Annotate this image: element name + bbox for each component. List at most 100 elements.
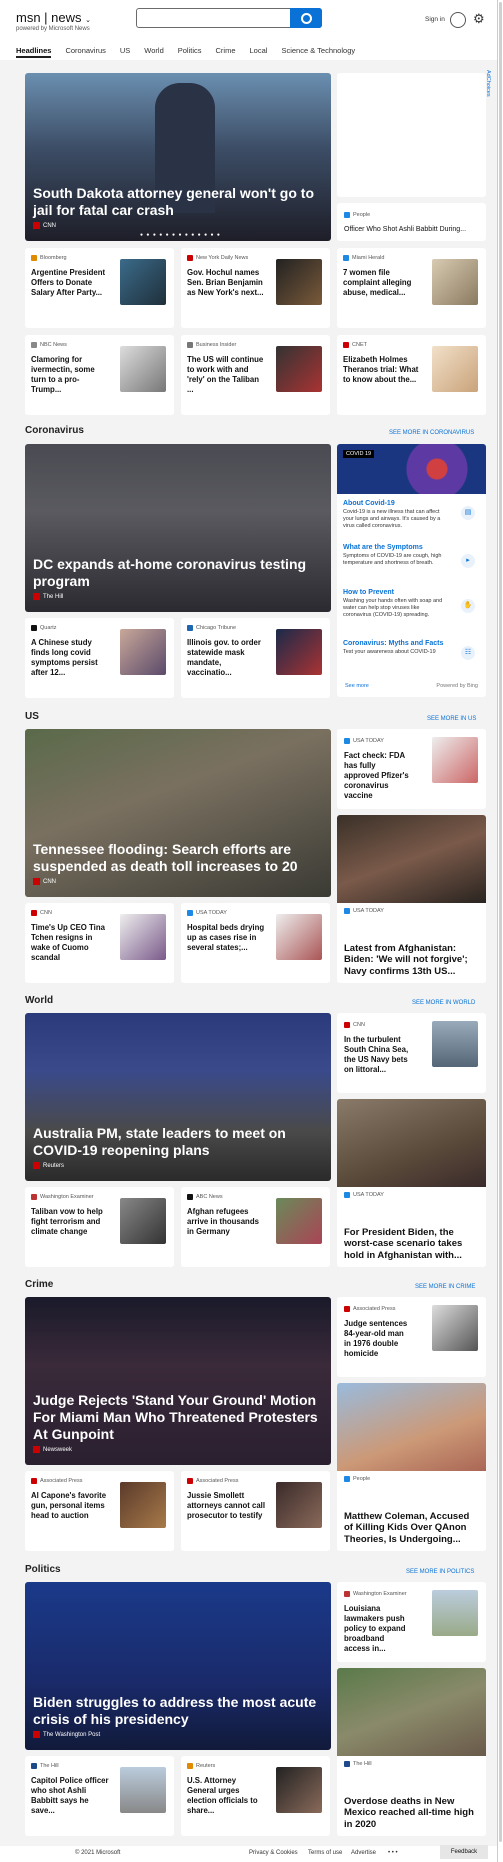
news-card[interactable]: The Hill Overdose deaths in New Mexico r… bbox=[337, 1668, 486, 1836]
card-title: Judge sentences 84-year-old man in 1976 … bbox=[344, 1319, 408, 1358]
see-more-crime-link[interactable]: SEE MORE IN CRIME bbox=[415, 1284, 475, 1290]
hero-card[interactable]: DC expands at-home coronavirus testing p… bbox=[25, 444, 331, 612]
hero-title: Judge Rejects 'Stand Your Ground' Motion… bbox=[33, 1392, 318, 1442]
hero-title: Biden struggles to address the most acut… bbox=[33, 1694, 317, 1727]
covid-item[interactable]: About Covid-19 Covid-19 is a new illness… bbox=[343, 496, 480, 536]
news-card[interactable]: ABC News Afghan refugees arrive in thous… bbox=[181, 1187, 330, 1267]
card-source: USA TODAY bbox=[187, 910, 227, 916]
card-source: ABC News bbox=[187, 1194, 223, 1200]
hero-title: Australia PM, state leaders to meet on C… bbox=[33, 1125, 286, 1158]
news-card[interactable]: The Hill Capitol Police officer who shot… bbox=[25, 1756, 174, 1836]
news-card[interactable]: USA TODAY Hospital beds drying up as cas… bbox=[181, 903, 330, 983]
hero-source: Reuters bbox=[33, 1162, 64, 1169]
gear-icon[interactable]: ⚙ bbox=[473, 11, 485, 27]
news-card[interactable]: CNET Elizabeth Holmes Theranos trial: Wh… bbox=[337, 335, 486, 415]
privacy-link[interactable]: Privacy & Cookies bbox=[249, 1850, 298, 1856]
section-heading-us: US bbox=[25, 711, 39, 722]
card-title: Hospital beds drying up as cases rise in… bbox=[187, 923, 265, 952]
news-card[interactable]: Washington Examiner Taliban vow to help … bbox=[25, 1187, 174, 1267]
hero-card[interactable]: Tennessee flooding: Search efforts are s… bbox=[25, 729, 331, 897]
covid-item[interactable]: Coronavirus: Myths and Facts Test your a… bbox=[343, 640, 480, 668]
more-options-icon[interactable]: • • • bbox=[388, 1850, 398, 1856]
see-more-politics-link[interactable]: SEE MORE IN POLITICS bbox=[406, 1569, 474, 1575]
tab-coronavirus[interactable]: Coronavirus bbox=[65, 44, 105, 58]
card-title: Louisiana lawmakers push policy to expan… bbox=[344, 1604, 406, 1653]
card-thumbnail bbox=[276, 914, 322, 960]
news-card[interactable]: Washington Examiner Louisiana lawmakers … bbox=[337, 1582, 486, 1662]
hero-card[interactable]: South Dakota attorney general won't go t… bbox=[25, 73, 331, 241]
tab-politics[interactable]: Politics bbox=[178, 44, 202, 58]
search-button[interactable] bbox=[290, 8, 322, 28]
news-card[interactable]: Quartz A Chinese study finds long covid … bbox=[25, 618, 174, 698]
news-card[interactable]: Associated Press Judge sentences 84-year… bbox=[337, 1297, 486, 1377]
see-more-link[interactable]: See more bbox=[345, 683, 369, 689]
covid-item[interactable]: How to Prevent Washing your hands often … bbox=[343, 589, 480, 633]
see-more-us-link[interactable]: SEE MORE IN US bbox=[427, 716, 476, 722]
terms-link[interactable]: Terms of use bbox=[308, 1850, 342, 1856]
tab-science-technology[interactable]: Science & Technology bbox=[281, 44, 355, 58]
news-card[interactable]: People Matthew Coleman, Accused of Killi… bbox=[337, 1383, 486, 1551]
news-card[interactable]: NBC News Clamoring for ivermectin, some … bbox=[25, 335, 174, 415]
card-title: Clamoring for ivermectin, some turn to a… bbox=[31, 355, 95, 394]
hero-card[interactable]: Judge Rejects 'Stand Your Ground' Motion… bbox=[25, 1297, 331, 1465]
advertise-link[interactable]: Advertise bbox=[351, 1850, 376, 1856]
carousel-dots[interactable]: ● ● ● ● ● ● ● ● ● ● ● ● ● bbox=[140, 232, 221, 238]
card-source: People bbox=[344, 1476, 370, 1482]
news-card[interactable]: USA TODAY Fact check: FDA has fully appr… bbox=[337, 729, 486, 809]
hero-card[interactable]: Biden struggles to address the most acut… bbox=[25, 1582, 331, 1750]
tab-us[interactable]: US bbox=[120, 44, 130, 58]
card-thumbnail bbox=[432, 1590, 478, 1636]
hero-source: CNN bbox=[33, 222, 56, 229]
see-more-world-link[interactable]: SEE MORE IN WORLD bbox=[412, 1000, 475, 1006]
card-source: The Hill bbox=[31, 1763, 59, 1769]
category-tabs: Headlines Coronavirus US World Politics … bbox=[16, 44, 369, 58]
news-card[interactable]: New York Daily News Gov. Hochul names Se… bbox=[181, 248, 330, 328]
card-title: A Chinese study finds long covid symptom… bbox=[31, 638, 98, 677]
symptoms-icon: ▸ bbox=[461, 554, 475, 568]
news-card[interactable]: Business Insider The US will continue to… bbox=[181, 335, 330, 415]
hero-card[interactable]: Australia PM, state leaders to meet on C… bbox=[25, 1013, 331, 1181]
see-more-coronavirus-link[interactable]: SEE MORE IN CORONAVIRUS bbox=[389, 430, 474, 436]
news-card[interactable]: CNN Time's Up CEO Tina Tchen resigns in … bbox=[25, 903, 174, 983]
tab-headlines[interactable]: Headlines bbox=[16, 44, 52, 58]
news-card[interactable]: Reuters U.S. Attorney General urges elec… bbox=[181, 1756, 330, 1836]
card-source: USA TODAY bbox=[344, 738, 384, 744]
card-thumbnail bbox=[432, 1021, 478, 1067]
tab-local[interactable]: Local bbox=[250, 44, 268, 58]
tab-world[interactable]: World bbox=[144, 44, 163, 58]
card-title: Capitol Police officer who shot Ashli Ba… bbox=[31, 1776, 109, 1815]
hero-source: CNN bbox=[33, 878, 56, 885]
news-card[interactable]: USA TODAY Latest from Afghanistan: Biden… bbox=[337, 815, 486, 983]
sign-in-link[interactable]: Sign in bbox=[425, 16, 445, 23]
covid-item-title: About Covid-19 bbox=[343, 500, 395, 507]
copyright: © 2021 Microsoft bbox=[75, 1850, 121, 1856]
covid-item-desc: Covid-19 is a new illness that can affec… bbox=[343, 509, 441, 529]
scrollbar[interactable] bbox=[497, 0, 503, 1862]
news-card[interactable]: Associated Press Jussie Smollett attorne… bbox=[181, 1471, 330, 1551]
card-title: For President Biden, the worst-case scen… bbox=[344, 1226, 463, 1261]
feedback-button[interactable]: Feedback bbox=[440, 1845, 488, 1859]
news-card[interactable]: USA TODAY For President Biden, the worst… bbox=[337, 1099, 486, 1267]
card-thumbnail bbox=[276, 1767, 322, 1813]
news-card[interactable]: Associated Press Al Capone's favorite gu… bbox=[25, 1471, 174, 1551]
card-title: Latest from Afghanistan: Biden: 'We will… bbox=[344, 942, 468, 977]
card-thumbnail bbox=[276, 1482, 322, 1528]
msn-logo[interactable]: msn | news ⌄ powered by Microsoft News bbox=[16, 10, 91, 32]
covid-item-title: How to Prevent bbox=[343, 589, 394, 596]
avatar-icon[interactable] bbox=[450, 12, 466, 28]
news-card[interactable]: People Officer Who Shot Ashli Babbitt Du… bbox=[337, 203, 486, 241]
product-menu[interactable]: news bbox=[51, 10, 81, 25]
card-thumbnail bbox=[276, 346, 322, 392]
card-title: Gov. Hochul names Sen. Brian Benjamin as… bbox=[187, 268, 264, 297]
brand-text: msn bbox=[16, 10, 41, 25]
tab-crime[interactable]: Crime bbox=[216, 44, 236, 58]
covid-item[interactable]: What are the Symptoms Symptoms of COVID-… bbox=[343, 544, 480, 582]
scrollbar-thumb[interactable] bbox=[499, 2, 502, 1842]
news-card[interactable]: Miami Herald 7 women file complaint alle… bbox=[337, 248, 486, 328]
card-source: Washington Examiner bbox=[31, 1194, 94, 1200]
covid-item-title: What are the Symptoms bbox=[343, 544, 423, 551]
news-card[interactable]: Bloomberg Argentine President Offers to … bbox=[25, 248, 174, 328]
card-title: Argentine President Offers to Donate Sal… bbox=[31, 268, 106, 297]
news-card[interactable]: CNN In the turbulent South China Sea, th… bbox=[337, 1013, 486, 1093]
news-card[interactable]: Chicago Tribune Illinois gov. to order s… bbox=[181, 618, 330, 698]
